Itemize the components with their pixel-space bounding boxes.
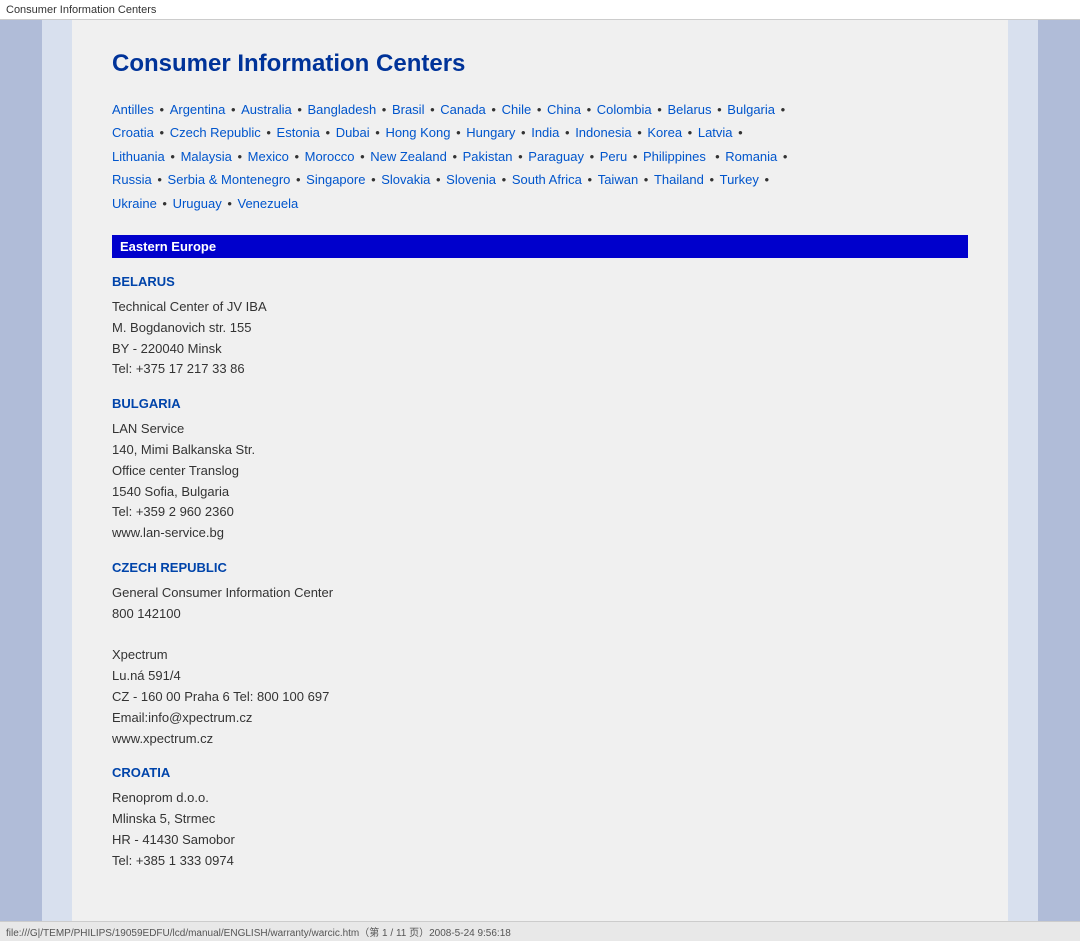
- nav-link-slovenia[interactable]: Slovenia: [446, 172, 496, 187]
- nav-link-brasil[interactable]: Brasil: [392, 102, 425, 117]
- nav-link-peru[interactable]: Peru: [600, 149, 627, 164]
- nav-link-morocco[interactable]: Morocco: [305, 149, 355, 164]
- sidebar-inner-left: [42, 20, 72, 921]
- nav-link-canada[interactable]: Canada: [440, 102, 486, 117]
- nav-links: Antilles • Argentina • Australia • Bangl…: [112, 98, 968, 215]
- nav-link-russia[interactable]: Russia: [112, 172, 152, 187]
- nav-link-india[interactable]: India: [531, 125, 559, 140]
- country-name-czech-republic: CZECH REPUBLIC: [112, 560, 968, 575]
- status-bar: file:///G|/TEMP/PHILIPS/19059EDFU/lcd/ma…: [0, 921, 1080, 941]
- nav-link-ukraine[interactable]: Ukraine: [112, 196, 157, 211]
- sidebar-right: [1038, 20, 1080, 921]
- nav-link-thailand[interactable]: Thailand: [654, 172, 704, 187]
- country-name-croatia: CROATIA: [112, 765, 968, 780]
- nav-link-bangladesh[interactable]: Bangladesh: [308, 102, 377, 117]
- page-layout: Consumer Information Centers Antilles • …: [0, 20, 1080, 921]
- nav-link-mexico[interactable]: Mexico: [248, 149, 289, 164]
- nav-link-paraguay[interactable]: Paraguay: [528, 149, 584, 164]
- page-title: Consumer Information Centers: [112, 50, 968, 78]
- main-content: Consumer Information Centers Antilles • …: [72, 20, 1008, 921]
- nav-link-uruguay[interactable]: Uruguay: [173, 196, 222, 211]
- country-info-czech-republic: General Consumer Information Center 800 …: [112, 583, 968, 749]
- sidebar-left: [0, 20, 42, 921]
- nav-link-malaysia[interactable]: Malaysia: [181, 149, 232, 164]
- czech-website[interactable]: www.xpectrum.cz: [112, 731, 213, 746]
- nav-link-australia[interactable]: Australia: [241, 102, 292, 117]
- nav-link-estonia[interactable]: Estonia: [277, 125, 320, 140]
- sidebar-inner-right: [1008, 20, 1038, 921]
- nav-link-belarus[interactable]: Belarus: [667, 102, 711, 117]
- nav-link-romania[interactable]: Romania: [725, 149, 777, 164]
- nav-link-china[interactable]: China: [547, 102, 581, 117]
- nav-link-turkey[interactable]: Turkey: [720, 172, 759, 187]
- country-info-croatia: Renoprom d.o.o. Mlinska 5, Strmec HR - 4…: [112, 788, 968, 871]
- country-name-belarus: BELARUS: [112, 274, 968, 289]
- nav-link-dubai[interactable]: Dubai: [336, 125, 370, 140]
- nav-link-lithuania[interactable]: Lithuania: [112, 149, 165, 164]
- bulgaria-website[interactable]: www.lan-service.bg: [112, 525, 224, 540]
- nav-link-argentina[interactable]: Argentina: [170, 102, 226, 117]
- nav-link-antilles[interactable]: Antilles: [112, 102, 154, 117]
- nav-link-taiwan[interactable]: Taiwan: [598, 172, 638, 187]
- status-bar-text: file:///G|/TEMP/PHILIPS/19059EDFU/lcd/ma…: [6, 924, 511, 939]
- nav-link-bulgaria[interactable]: Bulgaria: [727, 102, 775, 117]
- nav-link-slovakia[interactable]: Slovakia: [381, 172, 430, 187]
- nav-link-croatia[interactable]: Croatia: [112, 125, 154, 140]
- nav-link-south-africa[interactable]: South Africa: [512, 172, 582, 187]
- nav-link-hong-kong[interactable]: Hong Kong: [385, 125, 450, 140]
- nav-link-pakistan[interactable]: Pakistan: [463, 149, 513, 164]
- czech-email[interactable]: Email:info@xpectrum.cz: [112, 710, 252, 725]
- nav-link-chile[interactable]: Chile: [502, 102, 532, 117]
- nav-link-colombia[interactable]: Colombia: [597, 102, 652, 117]
- country-info-belarus: Technical Center of JV IBA M. Bogdanovic…: [112, 297, 968, 380]
- nav-link-indonesia[interactable]: Indonesia: [575, 125, 631, 140]
- nav-link-serbia[interactable]: Serbia & Montenegro: [168, 172, 291, 187]
- nav-link-czech-republic[interactable]: Czech Republic: [170, 125, 261, 140]
- country-info-bulgaria: LAN Service 140, Mimi Balkanska Str. Off…: [112, 419, 968, 544]
- nav-link-hungary[interactable]: Hungary: [466, 125, 515, 140]
- nav-link-latvia[interactable]: Latvia: [698, 125, 733, 140]
- title-bar-text: Consumer Information Centers: [6, 4, 156, 16]
- nav-link-new-zealand[interactable]: New Zealand: [370, 149, 447, 164]
- country-name-bulgaria: BULGARIA: [112, 396, 968, 411]
- title-bar: Consumer Information Centers: [0, 0, 1080, 20]
- nav-link-singapore[interactable]: Singapore: [306, 172, 365, 187]
- nav-link-korea[interactable]: Korea: [647, 125, 682, 140]
- section-header-eastern-europe: Eastern Europe: [112, 235, 968, 258]
- nav-link-philippines[interactable]: Philippines: [643, 149, 706, 164]
- nav-link-venezuela[interactable]: Venezuela: [238, 196, 299, 211]
